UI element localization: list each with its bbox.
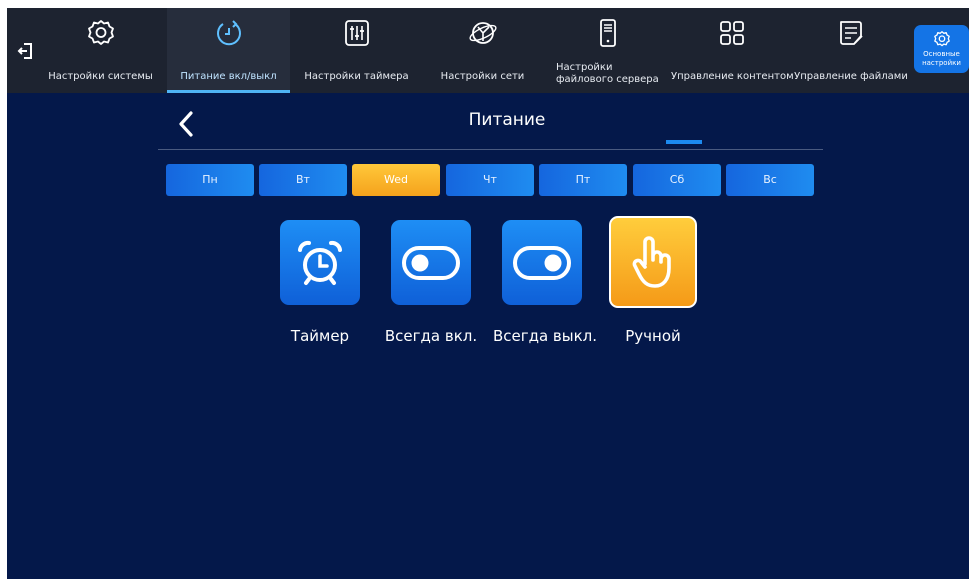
basic-settings-button[interactable]: Основные настройки — [914, 25, 969, 73]
toggle-on-icon — [402, 245, 460, 280]
tab-label: Настройки системы — [48, 71, 153, 82]
mode-manual-button[interactable] — [609, 216, 697, 308]
tab-file-management[interactable]: Управление файлами — [793, 8, 909, 93]
tab-file-server-settings[interactable]: Настройки файлового сервера — [544, 8, 671, 93]
document-icon — [840, 21, 863, 45]
tab-label: Настройки файлового сервера — [556, 62, 659, 85]
alarm-clock-icon — [298, 240, 342, 285]
sliders-icon — [344, 20, 369, 46]
day-button-sun[interactable]: Вс — [726, 164, 814, 196]
page-title: Питание — [468, 110, 546, 130]
day-button-tue[interactable]: Вт — [259, 164, 347, 196]
back-button[interactable] — [175, 109, 197, 139]
tab-label: Питание вкл/выкл — [180, 71, 277, 82]
tab-label: Управление контентом — [671, 71, 794, 82]
tab-label: Управление файлами — [794, 71, 908, 82]
power-timer-icon — [216, 20, 241, 46]
day-button-thu[interactable]: Чт — [446, 164, 534, 196]
tab-timer-settings[interactable]: Настройки таймера — [294, 8, 419, 93]
mode-manual-label: Ручной — [625, 327, 681, 345]
chevron-left-icon — [179, 111, 193, 137]
tab-network-settings[interactable]: Настройки сети — [425, 8, 540, 93]
page-indicator — [666, 140, 702, 144]
server-icon — [599, 19, 616, 47]
grid-icon — [720, 21, 744, 45]
day-button-sat[interactable]: Сб — [633, 164, 721, 196]
top-navigation-bar: Настройки системы Питание вкл/выкл Настр… — [7, 8, 969, 93]
mode-timer-label: Таймер — [290, 327, 350, 345]
tab-content-management[interactable]: Управление контентом — [671, 8, 794, 93]
exit-button[interactable] — [7, 8, 43, 93]
mode-always-off-label: Всегда выкл. — [492, 327, 598, 345]
mode-timer-button[interactable] — [280, 220, 360, 305]
gear-icon — [87, 20, 114, 45]
hand-pointer-icon — [632, 236, 671, 288]
tab-system-settings[interactable]: Настройки системы — [43, 8, 158, 93]
mode-always-on-label: Всегда вкл. — [384, 327, 478, 345]
day-button-wed[interactable]: Wed — [352, 164, 440, 196]
tab-power-on-off[interactable]: Питание вкл/выкл — [167, 8, 290, 93]
day-button-fri[interactable]: Пт — [539, 164, 627, 196]
globe-icon — [468, 22, 497, 44]
mode-always-on-button[interactable] — [391, 220, 471, 305]
day-button-mon[interactable]: Пн — [166, 164, 254, 196]
tab-label: Настройки сети — [440, 71, 525, 82]
exit-icon — [17, 42, 32, 59]
gear-icon — [933, 31, 950, 47]
divider — [158, 149, 823, 150]
basic-settings-label: Основные настройки — [922, 50, 961, 67]
active-tab-indicator — [167, 90, 290, 93]
mode-always-off-button[interactable] — [502, 220, 582, 305]
tab-label: Настройки таймера — [304, 71, 409, 82]
app-window: Настройки системы Питание вкл/выкл Настр… — [7, 8, 969, 579]
toggle-off-icon — [513, 245, 571, 280]
